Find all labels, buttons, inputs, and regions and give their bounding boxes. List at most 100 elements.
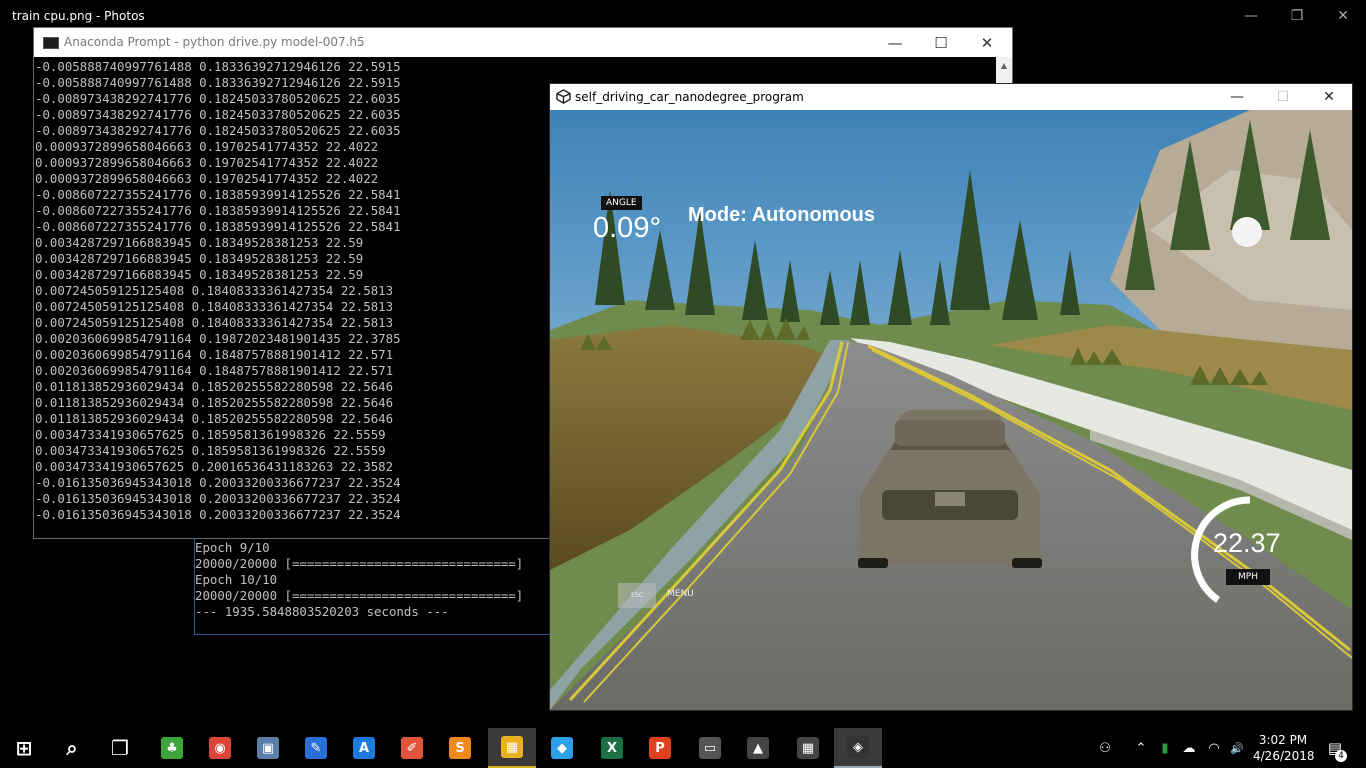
console-line: 0.003473341930657625 0.1859581361998326 … [35,443,386,458]
unity-icon[interactable]: ◈ [834,728,882,768]
clover-app-icon[interactable]: ♣ [148,728,196,768]
console-line: 0.0009372899658046663 0.19702541774352 2… [35,139,379,154]
console-line: -0.008607227355241776 0.1838593991412552… [35,187,401,202]
scroll-up-arrow-icon[interactable]: ▲ [996,57,1012,74]
start-button[interactable]: ⊞ [0,728,48,768]
anaconda-maximize-button[interactable]: ☐ [918,28,964,57]
mode-indicator: Mode: Autonomous [688,204,876,226]
chrome-icon-glyph: ◉ [209,737,231,759]
unity-maximize-button[interactable]: ☐ [1260,84,1306,110]
clock-time[interactable]: 3:02 PM [1253,733,1313,747]
console-line: 0.007245059125125408 0.18408333361427354… [35,315,394,330]
matlab-icon[interactable]: ▦ [488,728,536,768]
paint-icon-glyph: ✎ [305,737,327,759]
anaconda-close-button[interactable]: ✕ [964,28,1010,57]
system-info-icon[interactable]: ▣ [244,728,292,768]
anaconda-window-title: Anaconda Prompt - python drive.py model-… [64,35,365,49]
photos-minimize-button[interactable]: — [1228,0,1274,32]
unity-minimize-button[interactable]: — [1214,84,1260,110]
search-icon-glyph: ⌕ [66,736,78,760]
people-icon[interactable]: ⚇ [1092,728,1118,768]
esc-menu-button[interactable]: ESC [618,583,656,608]
speed-unit-label: MPH [1226,569,1270,585]
excel-icon[interactable]: X [588,728,636,768]
console-line: 0.0034287297166883945 0.18349528381253 2… [35,267,364,282]
matlab-icon-glyph: ▦ [501,736,523,758]
search-icon[interactable]: ⌕ [48,728,96,768]
photos-maximize-button[interactable]: ❐ [1274,0,1320,32]
unity-icon-glyph: ◈ [847,736,869,758]
console-line: -0.005888740997761488 0.1833639271294612… [35,59,401,74]
app-store-icon[interactable]: A [340,728,388,768]
excel-icon-glyph: X [601,737,623,759]
chevron-up-icon[interactable]: ⌃ [1130,728,1152,768]
console-line: 20000/20000 [===========================… [195,556,524,571]
console-line: 0.0020360699854791164 0.1848757888190141… [35,363,394,378]
pen-app-icon-glyph: ✐ [401,737,423,759]
wifi-icon[interactable]: ◠ [1203,728,1225,768]
action-center-icon[interactable]: ▤ [1322,728,1348,768]
chrome-icon[interactable]: ◉ [196,728,244,768]
console-line: 0.0020360699854791164 0.1848757888190141… [35,347,394,362]
unity-logo-icon [556,89,571,104]
console-line: 0.011813852936029434 0.18520255582280598… [35,395,394,410]
calculator-icon[interactable]: ▦ [784,728,832,768]
console-line: 0.011813852936029434 0.18520255582280598… [35,411,394,426]
angle-value: 0.09° [593,212,662,244]
console-line: -0.016135036945343018 0.2003320033667723… [35,507,401,522]
system-info-icon-glyph: ▣ [257,737,279,759]
anaconda-console-output: -0.005888740997761488 0.1833639271294612… [35,59,401,523]
angle-label: ANGLE [601,196,642,210]
unity-title-bar[interactable]: self_driving_car_nanodegree_program — ☐ … [550,84,1352,110]
pdf-icon[interactable]: P [636,728,684,768]
console-line: 0.007245059125125408 0.18408333361427354… [35,283,394,298]
photos-icon[interactable]: ▲ [734,728,782,768]
unity-close-button[interactable]: ✕ [1306,84,1352,110]
simulator-viewport[interactable]: ANGLE 0.09° Mode: Autonomous ESC MENU 22… [550,110,1352,710]
task-view-icon-glyph: ❐ [111,736,129,760]
cloud-icon[interactable]: ☁ [1178,728,1200,768]
console-icon [43,37,59,49]
unity-simulator-window[interactable]: self_driving_car_nanodegree_program — ☐ … [549,83,1353,711]
sublime-text-icon[interactable]: S [436,728,484,768]
console-line: -0.008607227355241776 0.1838593991412552… [35,219,401,234]
pen-app-icon[interactable]: ✐ [388,728,436,768]
console-line: -0.008607227355241776 0.1838593991412552… [35,203,401,218]
training-log-output: Epoch 9/10 20000/20000 [=================… [195,540,523,620]
photos-close-button[interactable]: ✕ [1320,0,1366,32]
console-line: -0.005888740997761488 0.1833639271294612… [35,75,401,90]
start-button-glyph: ⊞ [15,736,33,760]
console-line: 0.0020360699854791164 0.1987202348190143… [35,331,401,346]
speed-value: 22.37 [1213,528,1281,558]
taskbar: ⊞ ⌕ ❐ ♣ ◉ ▣ ✎ A ✐ S ▦ ◆ X P ▭ ▲ ▦ ◈ ⚇ ⌃ ▮ ☁ ◠ 🔊 3:02 PM 4… [0,728,1366,768]
terminal-icon-glyph: ▭ [699,737,721,759]
console-line: 20000/20000 [===========================… [195,588,524,603]
elephant-app-icon-glyph: ◆ [551,737,573,759]
task-view-icon[interactable]: ❐ [96,728,144,768]
unity-window-title: self_driving_car_nanodegree_program [575,90,804,104]
sublime-text-icon-glyph: S [449,737,471,759]
console-line: 0.007245059125125408 0.18408333361427354… [35,299,394,314]
battery-icon[interactable]: ▮ [1155,728,1175,768]
elephant-app-icon[interactable]: ◆ [538,728,586,768]
console-line: 0.0034287297166883945 0.18349528381253 2… [35,251,364,266]
photos-icon-glyph: ▲ [747,737,769,759]
anaconda-title-bar[interactable]: Anaconda Prompt - python drive.py model-… [34,28,1012,57]
sphere-marker [1232,217,1262,247]
menu-label: MENU [667,589,694,599]
volume-icon[interactable]: 🔊 [1225,728,1249,768]
console-line: -0.008973438292741776 0.1824503378052062… [35,91,401,106]
driving-scene [550,110,1352,710]
clover-app-icon-glyph: ♣ [161,737,183,759]
anaconda-minimize-button[interactable]: — [872,28,918,57]
console-line: -0.016135036945343018 0.2003320033667723… [35,491,401,506]
console-line: 0.0009372899658046663 0.19702541774352 2… [35,155,379,170]
clock-date[interactable]: 4/26/2018 [1253,749,1315,763]
console-line: -0.008973438292741776 0.1824503378052062… [35,107,401,122]
paint-icon[interactable]: ✎ [292,728,340,768]
terminal-icon[interactable]: ▭ [686,728,734,768]
console-line: 0.003473341930657625 0.1859581361998326 … [35,427,386,442]
photos-window-title: train cpu.png - Photos [12,9,145,23]
console-line: 0.0034287297166883945 0.18349528381253 2… [35,235,364,250]
console-line: -0.016135036945343018 0.2003320033667723… [35,475,401,490]
